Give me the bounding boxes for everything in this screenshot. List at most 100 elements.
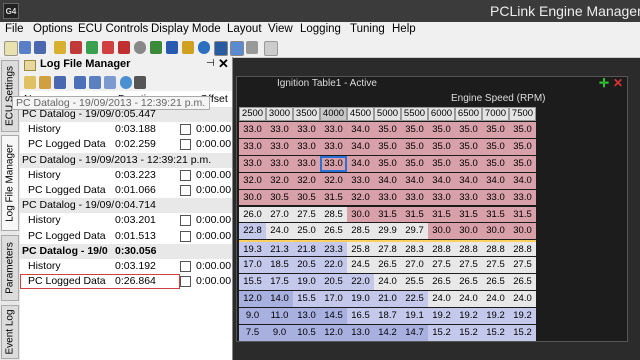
table-cell[interactable]: 7.5 bbox=[239, 324, 266, 341]
table-cell[interactable]: 26.5 bbox=[509, 274, 536, 290]
wizard-icon[interactable] bbox=[182, 41, 194, 54]
table-cell[interactable]: 33.0 bbox=[320, 155, 347, 172]
table-cell[interactable]: 14.0 bbox=[266, 291, 293, 307]
tab-event-log[interactable]: Event Log bbox=[1, 305, 19, 359]
table-cell[interactable]: 11.0 bbox=[266, 307, 293, 324]
table-cell[interactable]: 35.0 bbox=[509, 155, 536, 172]
table-cell[interactable]: 27.5 bbox=[509, 257, 536, 274]
table-cell[interactable]: 30.5 bbox=[293, 189, 320, 206]
table-cell[interactable]: 21.0 bbox=[374, 291, 401, 307]
table-cell[interactable]: 31.5 bbox=[455, 206, 482, 223]
table-cell[interactable]: 34.0 bbox=[347, 122, 374, 138]
table-cell[interactable]: 22.0 bbox=[347, 274, 374, 290]
log-item-row[interactable]: History 0:03.192 0:00.00 bbox=[20, 259, 232, 274]
save-log-icon[interactable] bbox=[54, 76, 66, 89]
table-cell[interactable]: 19.2 bbox=[428, 307, 455, 324]
table-cell[interactable]: 31.5 bbox=[374, 206, 401, 223]
table-cell[interactable]: 33.0 bbox=[428, 189, 455, 206]
table-cell[interactable]: 16.5 bbox=[347, 307, 374, 324]
table-cell[interactable]: 22.0 bbox=[320, 257, 347, 274]
table-cell[interactable]: 15.5 bbox=[293, 291, 320, 307]
table-cell[interactable]: 35.0 bbox=[374, 138, 401, 155]
table-cell[interactable]: 17.5 bbox=[266, 274, 293, 290]
pin-icon[interactable]: ⊣ bbox=[206, 58, 215, 69]
tools-icon[interactable] bbox=[54, 41, 66, 54]
table-cell[interactable]: 30.0 bbox=[428, 223, 455, 240]
table-cell[interactable]: 35.0 bbox=[374, 122, 401, 138]
table-cell[interactable]: 22.8 bbox=[239, 223, 266, 240]
offset-checkbox[interactable] bbox=[180, 169, 191, 181]
table-cell[interactable]: 34.0 bbox=[347, 155, 374, 172]
menu-display-mode[interactable]: Display Mode bbox=[151, 23, 221, 35]
split-log-icon[interactable] bbox=[74, 76, 86, 89]
table-cell[interactable]: 18.5 bbox=[266, 257, 293, 274]
open-file-icon[interactable] bbox=[19, 41, 31, 54]
export-log-icon[interactable] bbox=[104, 76, 116, 89]
table-cell[interactable]: 33.0 bbox=[374, 189, 401, 206]
rpm-header-cell[interactable]: 2500 bbox=[239, 107, 266, 121]
rpm-header-cell[interactable]: 3500 bbox=[293, 107, 320, 121]
table-cell[interactable]: 31.5 bbox=[428, 206, 455, 223]
table-cell[interactable]: 14.7 bbox=[401, 324, 428, 341]
table-cell[interactable]: 34.0 bbox=[509, 172, 536, 189]
menu-view[interactable]: View bbox=[268, 23, 293, 35]
table-cell[interactable]: 27.0 bbox=[401, 257, 428, 274]
table-cell[interactable]: 35.0 bbox=[455, 155, 482, 172]
table-cell[interactable]: 20.5 bbox=[320, 274, 347, 290]
log-group-row[interactable]: PC Datalog - 19/0 0:30.056 bbox=[20, 243, 232, 259]
table-cell[interactable]: 27.0 bbox=[266, 206, 293, 223]
table-cell[interactable]: 33.0 bbox=[293, 122, 320, 138]
table-cell[interactable]: 33.0 bbox=[320, 122, 347, 138]
clock-icon[interactable] bbox=[134, 41, 146, 54]
table-cell[interactable]: 35.0 bbox=[374, 155, 401, 172]
table-cell[interactable]: 28.5 bbox=[320, 206, 347, 223]
table-cell[interactable]: 30.0 bbox=[347, 206, 374, 223]
offset-checkbox[interactable] bbox=[180, 124, 191, 136]
open-log-icon[interactable] bbox=[24, 76, 36, 89]
table-cell[interactable]: 29.9 bbox=[374, 223, 401, 240]
table-cell[interactable]: 31.5 bbox=[401, 206, 428, 223]
table-cell[interactable]: 24.0 bbox=[455, 291, 482, 307]
table-cell[interactable]: 33.0 bbox=[239, 138, 266, 155]
close-icon[interactable]: ✕ bbox=[613, 76, 623, 90]
table-cell[interactable]: 15.2 bbox=[482, 324, 509, 341]
table-cell[interactable]: 25.5 bbox=[401, 274, 428, 290]
table-cell[interactable]: 19.2 bbox=[455, 307, 482, 324]
help-icon[interactable] bbox=[198, 41, 210, 54]
table-cell[interactable]: 15.2 bbox=[428, 324, 455, 341]
table-cell[interactable]: 32.0 bbox=[320, 172, 347, 189]
table-cell[interactable]: 34.0 bbox=[455, 172, 482, 189]
table-cell[interactable]: 31.5 bbox=[482, 206, 509, 223]
ecu-disconnect-icon[interactable] bbox=[230, 41, 244, 56]
table-cell[interactable]: 29.7 bbox=[401, 223, 428, 240]
table-cell[interactable]: 30.0 bbox=[482, 223, 509, 240]
log-item-row[interactable]: History 0:03.223 0:00.00 bbox=[20, 168, 232, 183]
log-item-row[interactable]: History 0:03.201 0:00.00 bbox=[20, 213, 232, 228]
table-cell[interactable]: 24.0 bbox=[482, 291, 509, 307]
table-cell[interactable]: 30.5 bbox=[266, 189, 293, 206]
table-cell[interactable]: 10.5 bbox=[293, 324, 320, 341]
table-cell[interactable]: 30.0 bbox=[509, 223, 536, 240]
rpm-header-cell[interactable]: 5000 bbox=[374, 107, 401, 121]
table-cell[interactable]: 27.5 bbox=[428, 257, 455, 274]
gauge-icon[interactable] bbox=[118, 41, 130, 54]
flag-icon[interactable] bbox=[134, 76, 146, 89]
table-cell[interactable]: 33.0 bbox=[347, 172, 374, 189]
table-cell[interactable]: 12.0 bbox=[320, 324, 347, 341]
rpm-header-cell[interactable]: 7500 bbox=[509, 107, 536, 121]
table-cell[interactable]: 33.0 bbox=[293, 155, 320, 172]
table-cell[interactable]: 35.0 bbox=[509, 138, 536, 155]
pin-icon[interactable]: ✛ bbox=[599, 76, 609, 90]
table-cell[interactable]: 33.0 bbox=[239, 155, 266, 172]
offset-checkbox[interactable] bbox=[180, 261, 191, 272]
table-cell[interactable]: 21.8 bbox=[293, 240, 320, 257]
table-cell[interactable]: 26.5 bbox=[482, 274, 509, 290]
table-cell[interactable]: 35.0 bbox=[428, 122, 455, 138]
log-item-row[interactable]: History 0:03.188 0:00.00 bbox=[20, 122, 232, 137]
table-cell[interactable]: 33.0 bbox=[266, 122, 293, 138]
table-cell[interactable]: 9.0 bbox=[239, 307, 266, 324]
table-cell[interactable]: 34.0 bbox=[428, 172, 455, 189]
offset-checkbox[interactable] bbox=[180, 230, 191, 242]
table-cell[interactable]: 35.0 bbox=[482, 138, 509, 155]
table-cell[interactable]: 27.8 bbox=[374, 240, 401, 257]
